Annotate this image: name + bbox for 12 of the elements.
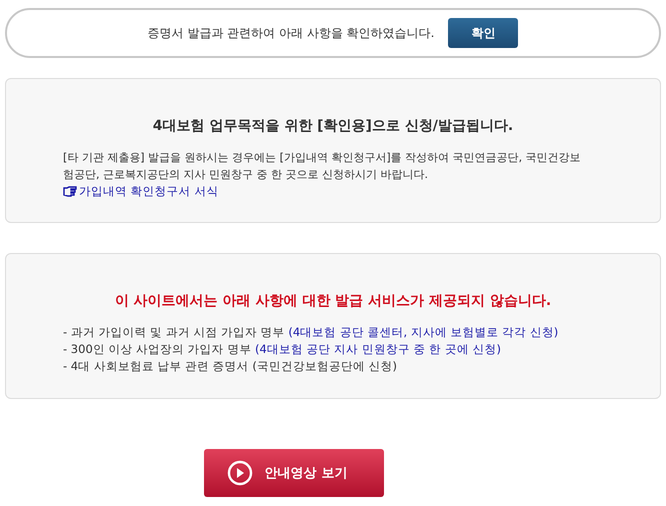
form-link[interactable]: 가입내역 확인청구서 서식 <box>79 183 218 200</box>
warning-heading: 이 사이트에서는 아래 사항에 대한 발급 서비스가 제공되지 않습니다. <box>114 292 552 310</box>
list-item: - 4대 사회보험료 납부 관련 증명서 (국민건강보험공단에 신청) <box>63 358 398 375</box>
play-icon <box>226 460 253 486</box>
video-button[interactable]: 안내영상 보기 <box>204 449 384 497</box>
notice-heading: 4대보험 업무목적을 위한 [확인용]으로 신청/발급됩니다. <box>152 117 514 135</box>
list-item: - 300인 이상 사업장의 가입자 명부 (4대보험 공단 지사 민원창구 중 한 곳에 신청) <box>63 341 502 358</box>
notice-text: [타 기관 제출용] 발급을 원하시는 경우에는 [가입내역 확인청구서]를 작성하여 국민연금공단, 국민건강보험공단, 근로복지공단의 지사 민원창구 중 한 곳으로 신청하시기 바랍니다. <box>63 150 582 183</box>
confirm-message: 증명서 발급과 관련하여 아래 사항을 확인하였습니다. <box>148 24 434 42</box>
confirm-button[interactable]: 확인 <box>448 18 518 48</box>
list-item: - 과거 가입이력 및 과거 시점 가입자 명부 (4대보험 공단 콜센터, 지사에 보험별로 각각 신청) <box>63 324 560 341</box>
pointing-hand-icon <box>63 186 77 197</box>
